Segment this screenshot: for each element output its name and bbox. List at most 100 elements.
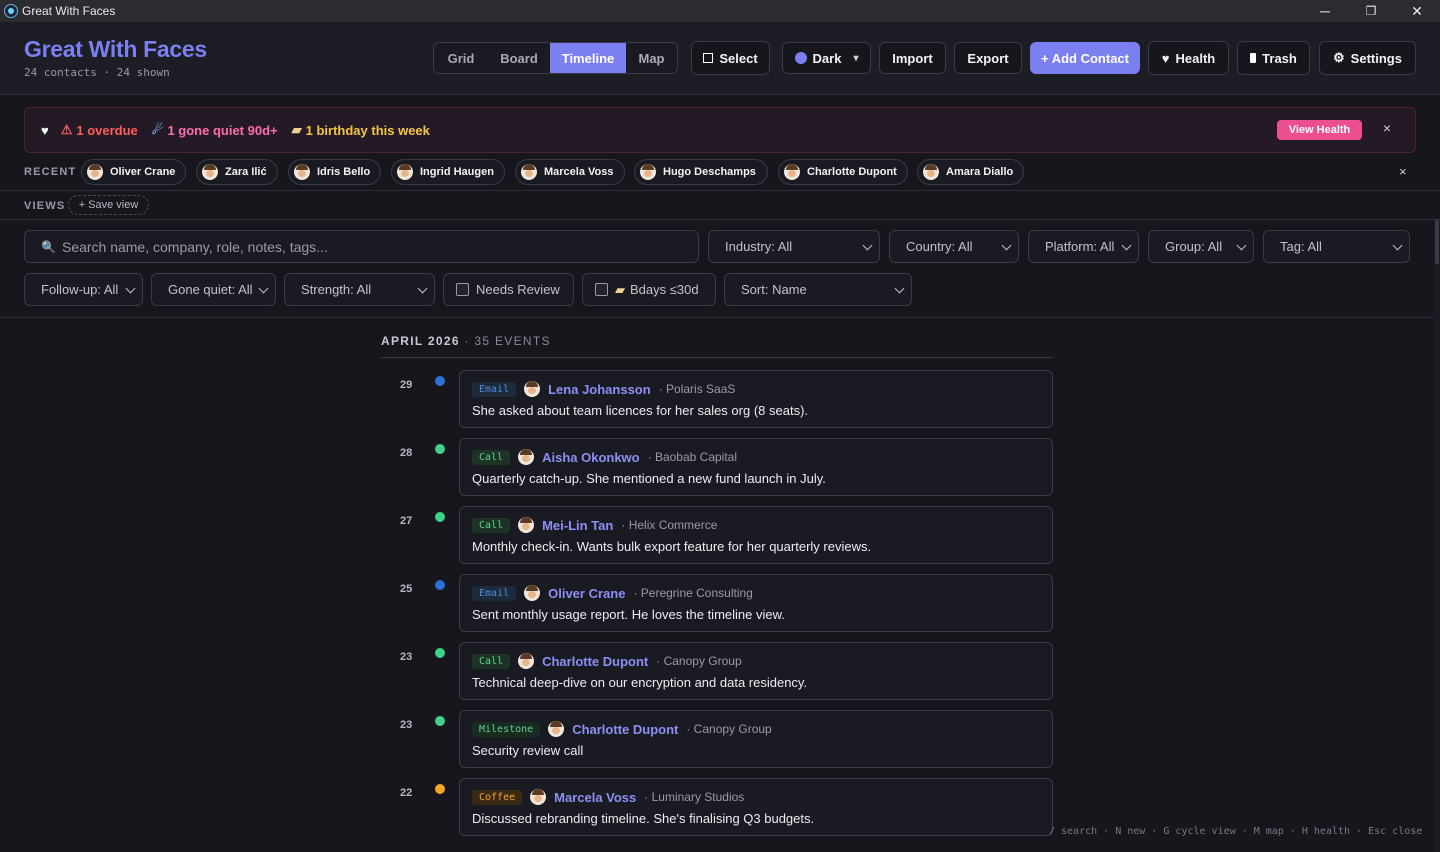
event-note: Monthly check-in. Wants bulk export feat…	[472, 539, 872, 554]
checkbox-icon[interactable]	[595, 283, 608, 296]
tab-map[interactable]: Map	[626, 43, 677, 73]
view-switcher: Grid Board Timeline Map	[433, 42, 678, 74]
event-type-badge: Coffee	[472, 789, 523, 805]
birthday-alert[interactable]: ▰ 1 birthday this week	[292, 122, 430, 138]
theme-dropdown[interactable]: Dark ▾	[782, 42, 871, 74]
view-health-button[interactable]: View Health	[1277, 120, 1362, 140]
tag-value: Tag: All	[1280, 239, 1322, 254]
followup-select[interactable]: Follow-up: All	[24, 273, 143, 306]
minimize-icon[interactable]: ─	[1302, 0, 1348, 22]
avatar	[518, 653, 535, 669]
timeline-event-card[interactable]: Milestone Charlotte Dupont · Canopy Group S…	[459, 710, 1053, 768]
views-label: VIEWS	[24, 200, 66, 212]
group-value: Group: All	[1165, 239, 1223, 254]
needs-review-label: Needs Review	[476, 282, 560, 297]
strength-select[interactable]: Strength: All	[284, 273, 435, 306]
checkbox-icon[interactable]	[456, 283, 469, 296]
industry-select[interactable]: Industry: All	[708, 230, 880, 263]
timeline-event-card[interactable]: Call Aisha Okonkwo · Baobab Capital Quarter…	[459, 438, 1053, 496]
event-type-badge: Call	[472, 517, 511, 533]
event-dot-icon	[435, 444, 445, 454]
restore-icon[interactable]: ❐	[1348, 0, 1394, 22]
settings-button[interactable]: ⚙ Settings	[1319, 41, 1416, 75]
gone-quiet-label: 1 gone quiet 90d+	[167, 122, 278, 138]
recent-chip[interactable]: Amara Diallo	[917, 159, 1024, 185]
tab-timeline[interactable]: Timeline	[550, 43, 626, 73]
company-name: · Canopy Group	[686, 722, 772, 736]
bdays-toggle[interactable]: ▰ Bdays ≤30d	[582, 273, 716, 306]
recent-chip[interactable]: Idris Bello	[288, 159, 381, 185]
sort-select[interactable]: Sort: Name	[724, 273, 912, 306]
needs-review-toggle[interactable]: Needs Review	[443, 273, 574, 306]
recent-label: RECENT	[24, 166, 77, 178]
recent-chip[interactable]: Hugo Deschamps	[634, 159, 768, 185]
timeline-event-card[interactable]: Call Charlotte Dupont · Canopy Group Techni…	[459, 642, 1053, 700]
timeline-event-card[interactable]: Call Mei-Lin Tan · Helix Commerce Monthly c…	[459, 506, 1053, 564]
strength-value: Strength: All	[301, 282, 372, 297]
save-view-button[interactable]: + Save view	[68, 195, 149, 215]
event-dot-icon	[435, 580, 445, 590]
settings-label: Settings	[1350, 50, 1402, 66]
overdue-alert[interactable]: ⚠ 1 overdue	[61, 122, 138, 138]
import-button[interactable]: Import	[879, 42, 946, 74]
chevron-down-icon	[1236, 240, 1247, 251]
contact-name-link[interactable]: Charlotte Dupont	[572, 722, 678, 737]
select-label: Select	[719, 50, 758, 66]
overdue-label: 1 overdue	[76, 122, 138, 138]
event-note: Quarterly catch-up. She mentioned a new …	[472, 471, 826, 486]
recent-chip[interactable]: Ingrid Haugen	[391, 159, 505, 185]
group-select[interactable]: Group: All	[1148, 230, 1254, 263]
event-header: Coffee Marcela Voss · Luminary Studios	[472, 788, 744, 806]
contact-name-link[interactable]: Oliver Crane	[548, 586, 625, 601]
export-button[interactable]: Export	[954, 42, 1022, 74]
avatar	[518, 517, 535, 533]
add-contact-button[interactable]: + Add Contact	[1030, 42, 1140, 74]
gone-quiet-alert[interactable]: ☄ 1 gone quiet 90d+	[152, 122, 278, 138]
country-select[interactable]: Country: All	[889, 230, 1019, 263]
company-name: · Peregrine Consulting	[633, 586, 753, 600]
scrollbar[interactable]	[1434, 220, 1440, 852]
timeline-event-card[interactable]: Email Oliver Crane · Peregrine Consulting S…	[459, 574, 1053, 632]
close-icon[interactable]: ×	[1399, 164, 1407, 179]
tab-board[interactable]: Board	[488, 43, 550, 73]
event-type-badge: Call	[472, 449, 511, 465]
avatar	[87, 164, 103, 180]
trash-button[interactable]: Trash	[1237, 41, 1310, 75]
event-header: Email Lena Johansson · Polaris SaaS	[472, 380, 735, 398]
recent-chip[interactable]: Zara Ilić	[196, 159, 278, 185]
recent-contacts-bar: RECENT Oliver Crane Zara Ilić Idris Bell…	[0, 154, 1440, 191]
contact-name-link[interactable]: Mei-Lin Tan	[542, 518, 613, 533]
search-input[interactable]: 🔍 Search name, company, role, notes, tag…	[24, 230, 699, 263]
avatar	[524, 585, 541, 601]
app-title: Great With Faces	[24, 36, 207, 62]
chevron-down-icon	[1121, 240, 1132, 251]
platform-select[interactable]: Platform: All	[1028, 230, 1139, 263]
trash-icon	[1250, 53, 1257, 63]
select-button[interactable]: Select	[691, 41, 770, 75]
scrollbar-thumb[interactable]	[1435, 220, 1439, 264]
contact-name-link[interactable]: Aisha Okonkwo	[542, 450, 640, 465]
recent-chip[interactable]: Charlotte Dupont	[778, 159, 908, 185]
tab-grid[interactable]: Grid	[434, 43, 488, 73]
brand: Great With Faces 24 contacts · 24 shown	[24, 36, 207, 79]
tag-select[interactable]: Tag: All	[1263, 230, 1410, 263]
timeline-event-card[interactable]: Coffee Marcela Voss · Luminary Studios Disc…	[459, 778, 1053, 836]
contact-name-link[interactable]: Lena Johansson	[548, 382, 651, 397]
health-button[interactable]: ♥ Health	[1148, 41, 1229, 75]
theme-dot-icon	[794, 52, 807, 64]
window-titlebar: Great With Faces ─ ❐ ✕	[0, 0, 1440, 22]
gone-quiet-select[interactable]: Gone quiet: All	[151, 273, 276, 306]
timeline-event-card[interactable]: Email Lena Johansson · Polaris SaaS She ask…	[459, 370, 1053, 428]
contact-count: 24 contacts · 24 shown	[24, 66, 170, 79]
event-note: Discussed rebranding timeline. She's fin…	[472, 811, 815, 826]
event-header: Milestone Charlotte Dupont · Canopy Group	[472, 720, 772, 738]
close-icon[interactable]: ×	[1379, 120, 1395, 136]
country-value: Country: All	[906, 239, 973, 254]
contact-name-link[interactable]: Marcela Voss	[554, 790, 636, 805]
event-day: 23	[400, 719, 413, 731]
cake-icon: ▰	[291, 122, 302, 137]
close-icon[interactable]: ✕	[1394, 0, 1440, 22]
contact-name-link[interactable]: Charlotte Dupont	[542, 654, 648, 669]
recent-chip[interactable]: Oliver Crane	[81, 159, 186, 185]
recent-chip[interactable]: Marcela Voss	[515, 159, 625, 185]
